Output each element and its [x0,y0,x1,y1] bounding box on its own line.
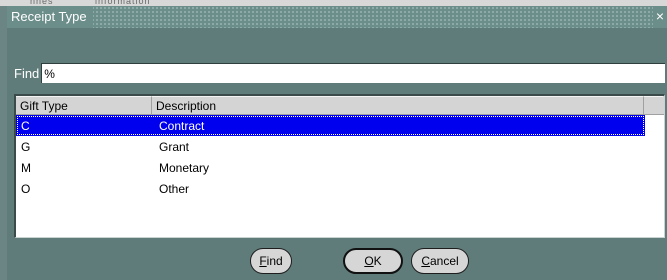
find-button-mnemonic: F [259,254,267,268]
column-header-gift-type[interactable]: Gift Type [16,96,152,114]
find-label: Find [14,65,40,81]
table-row[interactable]: O Other [16,178,664,199]
find-button[interactable]: Find [250,248,292,274]
gift-type-cell: M [21,160,31,175]
dialog-title: Receipt Type [7,6,93,28]
description-cell: Grant [159,139,190,154]
description-cell: Other [159,181,190,196]
table-row[interactable]: G Grant [16,136,664,157]
column-header-description[interactable]: Description [152,96,644,114]
find-row: Find [7,62,666,84]
ok-button-label: K [373,254,382,268]
results-grid: Gift Type Description C Contract G Grant… [14,94,665,238]
ok-button[interactable]: OK [343,248,403,274]
table-row[interactable]: M Monetary [16,157,664,178]
close-icon[interactable]: × [653,6,667,28]
receipt-type-dialog: Receipt Type × Find Gift Type Descriptio… [7,6,667,280]
description-cell: Contract [159,118,205,133]
cancel-button-mnemonic: C [421,254,430,268]
grid-header: Gift Type Description [16,96,664,115]
cancel-button[interactable]: Cancel [411,248,469,274]
gift-type-cell: G [21,139,31,154]
find-button-label: ind [266,254,283,268]
gift-type-cell: C [21,118,30,133]
description-cell: Monetary [159,160,210,175]
column-header-filler [644,96,663,114]
ok-button-mnemonic: O [364,254,374,268]
table-row[interactable]: C Contract [16,115,645,136]
gift-type-cell: O [21,181,31,196]
find-input[interactable] [41,63,666,83]
title-bar[interactable]: Receipt Type × [7,6,667,28]
button-bar: Find OK Cancel [7,244,667,278]
cancel-button-label: ancel [429,254,459,268]
